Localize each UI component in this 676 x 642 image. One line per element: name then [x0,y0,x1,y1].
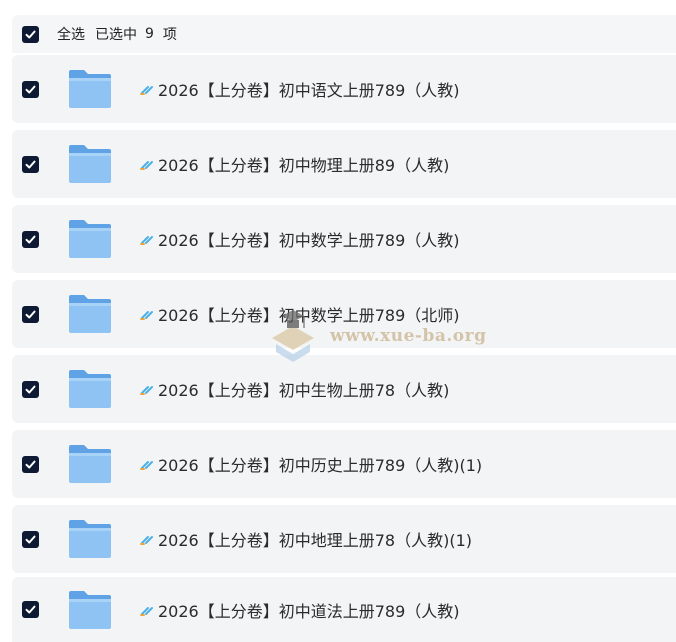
link-tag-icon [139,531,157,547]
watermark: www.xue-ba.org [262,306,492,366]
checkmark-icon [25,85,36,93]
item-name[interactable]: 2026【上分卷】初中物理上册89（人教) [158,152,449,176]
link-tag-icon [139,156,157,172]
graduation-cap-logo-icon [262,308,324,364]
item-name[interactable]: 2026【上分卷】初中语文上册789（人教) [158,77,460,101]
checkmark-icon [25,460,36,468]
watermark-text: www.xue-ba.org [330,326,487,346]
select-all-checkbox[interactable] [22,25,39,43]
folder-icon [67,443,113,485]
checkmark-icon [25,535,36,543]
item-name[interactable]: 2026【上分卷】初中地理上册78（人教)(1) [158,527,472,551]
checkmark-icon [25,160,36,168]
link-tag-icon [139,306,157,322]
link-tag-icon [139,602,157,618]
link-tag-icon [139,231,157,247]
link-tag-icon [139,381,157,397]
item-checkbox[interactable] [22,455,39,473]
list-item[interactable]: 2026【上分卷】初中道法上册789（人教) [12,577,676,642]
selected-prefix: 已选中 [95,27,137,43]
list-item[interactable]: 2026【上分卷】初中地理上册78（人教)(1) [12,505,676,573]
item-checkbox[interactable] [22,80,39,98]
item-checkbox[interactable] [22,601,39,618]
checkmark-icon [25,385,36,393]
item-name[interactable]: 2026【上分卷】初中历史上册789（人教)(1) [158,452,482,476]
link-tag-icon [139,81,157,97]
list-item[interactable]: 2026【上分卷】初中数学上册789（人教) [12,205,676,273]
folder-icon [67,68,113,110]
folder-icon [67,368,113,410]
item-checkbox[interactable] [22,530,39,548]
item-checkbox[interactable] [22,230,39,248]
selected-unit: 项 [162,27,177,43]
selected-count: 9 [145,26,154,42]
checkmark-icon [25,30,36,38]
folder-icon [67,589,113,631]
item-checkbox[interactable] [22,155,39,173]
item-name[interactable]: 2026【上分卷】初中生物上册78（人教) [158,377,449,401]
list-item[interactable]: 2026【上分卷】初中历史上册789（人教)(1) [12,430,676,498]
checkmark-icon [25,605,36,614]
item-name[interactable]: 2026【上分卷】初中数学上册789（人教) [158,227,460,251]
item-name[interactable]: 2026【上分卷】初中道法上册789（人教) [158,598,460,622]
folder-icon [67,518,113,560]
select-all-label[interactable]: 全选 [57,24,85,44]
link-tag-icon [139,456,157,472]
folder-icon [67,293,113,335]
item-checkbox[interactable] [22,380,39,398]
checkmark-icon [25,310,36,318]
list-item[interactable]: 2026【上分卷】初中语文上册789（人教) [12,55,676,123]
item-checkbox[interactable] [22,305,39,323]
select-all-bar: 全选 已选中 9 项 [12,15,676,53]
checkmark-icon [25,235,36,243]
folder-icon [67,218,113,260]
folder-icon [67,143,113,185]
list-item[interactable]: 2026【上分卷】初中物理上册89（人教) [12,130,676,198]
